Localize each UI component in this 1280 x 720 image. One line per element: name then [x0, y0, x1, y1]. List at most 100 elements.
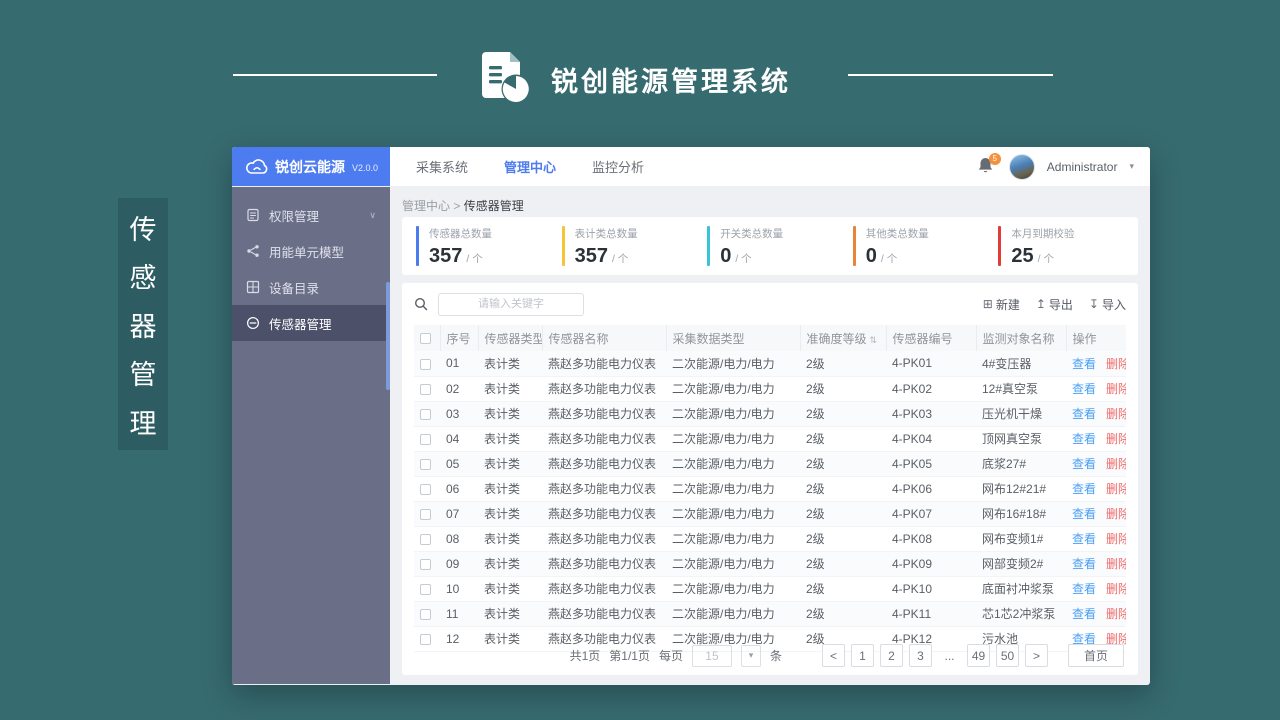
- stat-label: 开关类总数量: [720, 228, 784, 240]
- cell-code: 4-PK09: [886, 551, 976, 577]
- cell-accuracy: 2级: [800, 351, 886, 377]
- stat-label: 其他类总数量: [865, 228, 929, 240]
- sidebar-item-sensor-management[interactable]: 传感器管理: [232, 305, 390, 341]
- row-checkbox[interactable]: [420, 608, 431, 620]
- delete-link[interactable]: 删除: [1106, 457, 1126, 471]
- search-input[interactable]: [438, 292, 584, 316]
- delete-link[interactable]: 删除: [1106, 482, 1126, 496]
- prev-page-button[interactable]: <: [822, 644, 845, 667]
- table-row: 09 表计类 燕赵多功能电力仪表 二次能源/电力/电力 2级 4-PK09 网部…: [414, 551, 1126, 577]
- per-page-caret-icon[interactable]: ▾: [740, 644, 761, 667]
- sort-icon[interactable]: ⇅: [870, 335, 878, 345]
- delete-link[interactable]: 删除: [1106, 357, 1126, 371]
- cell-type: 表计类: [478, 501, 542, 527]
- stat-value: 25/ 个: [1011, 246, 1074, 266]
- cell-code: 4-PK08: [886, 526, 976, 552]
- delete-link[interactable]: 删除: [1106, 407, 1126, 421]
- side-label-char: 器: [129, 311, 157, 342]
- nav-item-monitoring[interactable]: 监控分析: [592, 157, 644, 176]
- sidebar-item-energy-unit-model[interactable]: 用能单元模型: [232, 233, 390, 269]
- per-page-label: 每页: [658, 649, 683, 663]
- delete-link[interactable]: 删除: [1106, 557, 1126, 571]
- first-page-button[interactable]: 首页: [1068, 644, 1124, 667]
- sidebar-item-permissions[interactable]: 权限管理 ∨: [232, 197, 390, 233]
- table-row: 05 表计类 燕赵多功能电力仪表 二次能源/电力/电力 2级 4-PK05 底浆…: [414, 451, 1126, 477]
- view-link[interactable]: 查看: [1072, 432, 1096, 446]
- cell-name: 燕赵多功能电力仪表: [542, 601, 666, 627]
- breadcrumb-parent[interactable]: 管理中心: [402, 199, 450, 213]
- row-checkbox[interactable]: [420, 558, 431, 570]
- view-link[interactable]: 查看: [1072, 457, 1096, 471]
- new-button[interactable]: ⊞ 新建: [983, 296, 1020, 313]
- nav-item-collection[interactable]: 采集系统: [416, 157, 468, 176]
- nav-item-management[interactable]: 管理中心: [504, 157, 556, 176]
- cell-object: 12#真空泵: [976, 376, 1066, 402]
- view-link[interactable]: 查看: [1072, 582, 1096, 596]
- view-link[interactable]: 查看: [1072, 382, 1096, 396]
- delete-link[interactable]: 删除: [1106, 382, 1126, 396]
- cell-no: 07: [440, 501, 478, 527]
- per-page-unit: 条: [769, 649, 782, 663]
- delete-link[interactable]: 删除: [1106, 532, 1126, 546]
- table-row: 03 表计类 燕赵多功能电力仪表 二次能源/电力/电力 2级 4-PK03 压光…: [414, 401, 1126, 427]
- row-checkbox[interactable]: [420, 583, 431, 595]
- cell-object: 网部变频2#: [976, 551, 1066, 577]
- row-checkbox[interactable]: [420, 383, 431, 395]
- col-header-type[interactable]: 传感器类型▼: [477, 325, 542, 351]
- user-avatar[interactable]: [1008, 153, 1035, 180]
- sidebar-item-device-catalog[interactable]: 设备目录: [232, 269, 390, 305]
- notification-bell-icon[interactable]: 5: [977, 152, 1001, 178]
- side-label-char: 管: [129, 360, 157, 390]
- view-link[interactable]: 查看: [1072, 357, 1096, 371]
- view-link[interactable]: 查看: [1072, 407, 1096, 421]
- page-button[interactable]: 49: [967, 644, 990, 667]
- page-button[interactable]: 50: [996, 644, 1019, 667]
- cell-datatype: 二次能源/电力/电力: [666, 401, 800, 427]
- navbar-right: 5 Administrator ▾: [977, 147, 1150, 186]
- cell-type: 表计类: [478, 601, 542, 627]
- table-row: 04 表计类 燕赵多功能电力仪表 二次能源/电力/电力 2级 4-PK04 顶网…: [414, 426, 1126, 452]
- col-header-datatype: 采集数据类型: [665, 325, 800, 351]
- cell-name: 燕赵多功能电力仪表: [542, 426, 666, 452]
- export-button-label: 导出: [1048, 297, 1073, 312]
- delete-link[interactable]: 删除: [1106, 432, 1126, 446]
- row-checkbox[interactable]: [420, 408, 431, 420]
- col-header-no: 序号: [439, 325, 478, 351]
- page-button[interactable]: 3: [909, 644, 932, 667]
- view-link[interactable]: 查看: [1072, 607, 1096, 621]
- delete-link[interactable]: 删除: [1106, 582, 1126, 596]
- row-checkbox[interactable]: [420, 458, 431, 470]
- col-header-accuracy[interactable]: 准确度等级 ⇅: [799, 325, 886, 351]
- view-link[interactable]: 查看: [1072, 557, 1096, 571]
- next-page-button[interactable]: >: [1025, 644, 1048, 667]
- app-logo[interactable]: 锐创云能源 V2.0.0: [232, 147, 390, 186]
- export-button[interactable]: ↥ 导出: [1036, 296, 1073, 313]
- cell-code: 4-PK06: [886, 476, 976, 502]
- view-link[interactable]: 查看: [1072, 482, 1096, 496]
- page-button[interactable]: 1: [851, 644, 874, 667]
- view-link[interactable]: 查看: [1072, 532, 1096, 546]
- breadcrumb-separator: >: [453, 199, 461, 213]
- per-page-value[interactable]: 15: [691, 644, 732, 667]
- select-all-checkbox[interactable]: [420, 333, 431, 345]
- cell-name: 燕赵多功能电力仪表: [542, 501, 666, 527]
- page-button[interactable]: ...: [938, 644, 961, 667]
- cell-code: 4-PK10: [886, 576, 976, 602]
- cell-no: 09: [440, 551, 478, 577]
- row-checkbox[interactable]: [420, 433, 431, 445]
- delete-link[interactable]: 删除: [1106, 607, 1126, 621]
- user-menu-caret-icon[interactable]: ▾: [1129, 161, 1134, 172]
- cell-no: 01: [440, 351, 478, 377]
- view-link[interactable]: 查看: [1072, 507, 1096, 521]
- cell-code: 4-PK01: [886, 351, 976, 377]
- row-checkbox[interactable]: [420, 483, 431, 495]
- row-checkbox[interactable]: [420, 508, 431, 520]
- page-button[interactable]: 2: [880, 644, 903, 667]
- stat-label: 传感器总数量: [429, 228, 492, 240]
- row-checkbox[interactable]: [420, 358, 431, 370]
- cell-datatype: 二次能源/电力/电力: [666, 526, 800, 552]
- side-label-char: 传: [129, 214, 157, 245]
- import-button[interactable]: ↧ 导入: [1089, 296, 1126, 313]
- delete-link[interactable]: 删除: [1106, 507, 1126, 521]
- row-checkbox[interactable]: [420, 533, 431, 545]
